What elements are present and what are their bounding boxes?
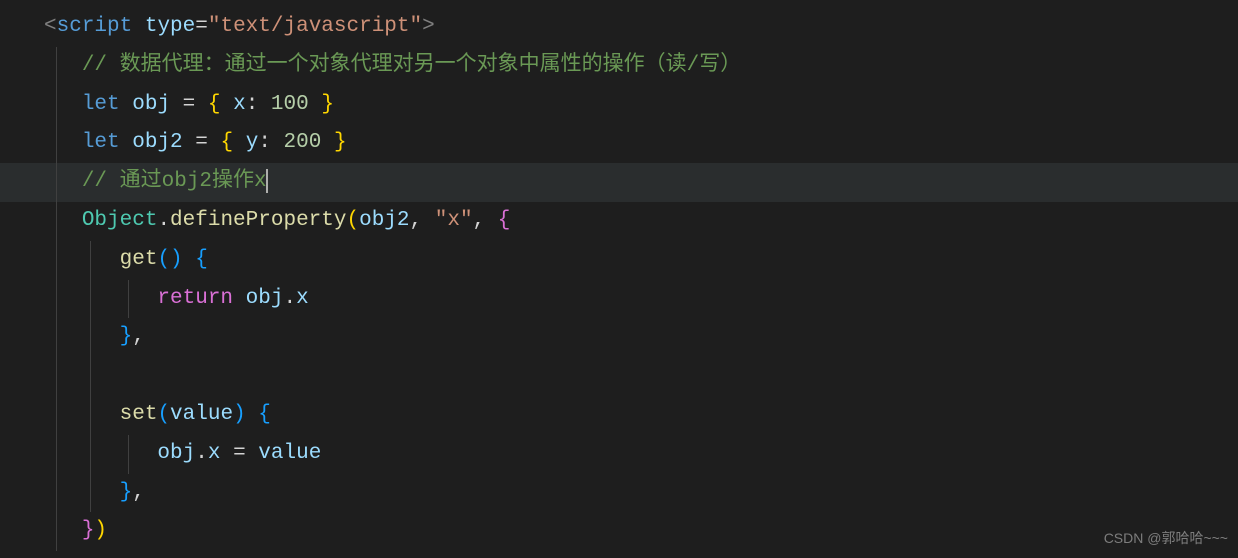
operator: = (183, 93, 196, 116)
paren: ) (233, 403, 246, 426)
code-line[interactable]: let obj2 = { y: 200 } (0, 124, 1238, 163)
comment: // 数据代理：通过一个对象代理对另一个对象中属性的操作（读/写） (82, 54, 741, 77)
code-line[interactable]: return obj.x (0, 280, 1238, 319)
text-cursor (266, 169, 268, 193)
class-name: Object (82, 209, 158, 232)
property: x (233, 93, 246, 116)
comment: // 通过obj2操作x (82, 170, 267, 193)
operator: = (233, 442, 246, 465)
method: set (120, 403, 158, 426)
identifier: obj2 (132, 131, 182, 154)
method: get (120, 248, 158, 271)
identifier: obj (132, 93, 170, 116)
code-line[interactable]: get() { (0, 241, 1238, 280)
keyword: let (82, 131, 120, 154)
code-line[interactable]: }, (0, 318, 1238, 357)
string: "text/javascript" (208, 15, 422, 38)
bracket: < (44, 15, 57, 38)
number: 100 (271, 93, 309, 116)
dot: . (283, 287, 296, 310)
param: value (170, 403, 233, 426)
code-line-active[interactable]: // 通过obj2操作x (0, 163, 1238, 202)
property: x (208, 442, 221, 465)
attr-name: type (145, 15, 195, 38)
code-line[interactable]: Object.defineProperty(obj2, "x", { (0, 202, 1238, 241)
paren: ( (157, 248, 170, 271)
comma: , (132, 481, 145, 504)
comma: , (410, 209, 423, 232)
comma: , (132, 325, 145, 348)
brace: { (195, 248, 208, 271)
string: "x" (435, 209, 473, 232)
brace: } (334, 131, 347, 154)
tag-name: script (57, 15, 133, 38)
brace: { (220, 131, 233, 154)
code-line[interactable]: }, (0, 474, 1238, 513)
code-line[interactable] (0, 357, 1238, 396)
code-line[interactable]: obj.x = value (0, 435, 1238, 474)
brace: { (258, 403, 271, 426)
brace: } (82, 519, 95, 542)
code-line[interactable]: set(value) { (0, 396, 1238, 435)
code-line[interactable]: }) (0, 512, 1238, 551)
identifier: value (258, 442, 321, 465)
brace: { (498, 209, 511, 232)
property: y (246, 131, 259, 154)
paren: ( (157, 403, 170, 426)
code-line[interactable]: <script type="text/javascript"> (0, 8, 1238, 47)
paren: ) (94, 519, 107, 542)
code-line[interactable]: let obj = { x: 100 } (0, 86, 1238, 125)
operator: = (195, 131, 208, 154)
property: x (296, 287, 309, 310)
number: 200 (284, 131, 322, 154)
bracket: > (422, 15, 435, 38)
keyword: return (157, 287, 233, 310)
watermark: CSDN @郭哈哈~~~ (1104, 526, 1228, 552)
method: defineProperty (170, 209, 346, 232)
equals: = (195, 15, 208, 38)
dot: . (195, 442, 208, 465)
brace: } (321, 93, 334, 116)
paren: ( (346, 209, 359, 232)
colon: : (246, 93, 259, 116)
dot: . (157, 209, 170, 232)
brace: { (208, 93, 221, 116)
keyword: let (82, 93, 120, 116)
identifier: obj (246, 287, 284, 310)
identifier: obj (157, 442, 195, 465)
identifier: obj2 (359, 209, 409, 232)
colon: : (258, 131, 271, 154)
comma: , (473, 209, 486, 232)
code-editor[interactable]: <script type="text/javascript"> // 数据代理：… (0, 0, 1238, 551)
brace: } (120, 481, 133, 504)
brace: } (120, 325, 133, 348)
code-line[interactable]: // 数据代理：通过一个对象代理对另一个对象中属性的操作（读/写） (0, 47, 1238, 86)
paren: ) (170, 248, 183, 271)
space (132, 15, 145, 38)
